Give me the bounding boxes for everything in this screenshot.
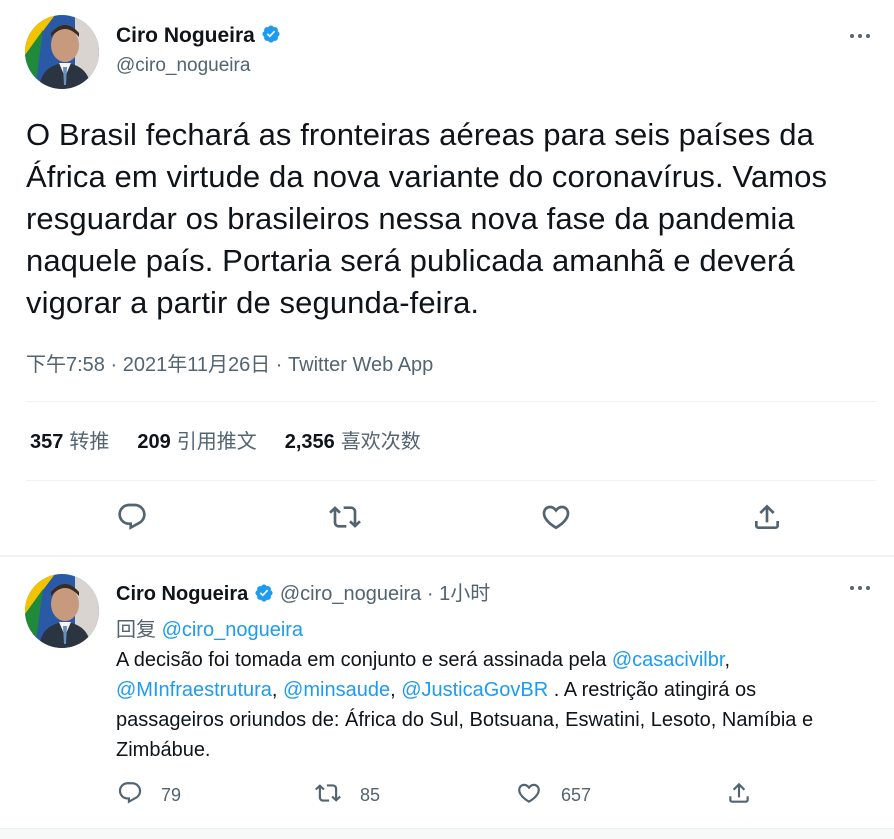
like-count: 657 xyxy=(561,785,592,805)
quotes-label: 引用推文 xyxy=(176,431,257,453)
reply-icon xyxy=(118,782,142,804)
retweet-button[interactable] xyxy=(325,497,365,537)
verified-icon xyxy=(262,25,280,43)
reply-count: 79 xyxy=(161,785,182,805)
reply-tweet[interactable]: Ciro Nogueira @ciro_nogueira · 1小时 回复 @c… xyxy=(0,557,894,839)
replying-to: 回复 @ciro_nogueira xyxy=(116,613,303,642)
more-options-button[interactable] xyxy=(843,571,877,605)
avatar-image xyxy=(25,15,99,89)
retweets-count: 357 xyxy=(30,431,64,453)
replying-label: 回复 xyxy=(116,619,156,641)
tweet-text: A decisão foi tomada em conjunto e será … xyxy=(116,645,856,765)
retweets-stat[interactable]: 357 转推 xyxy=(30,425,109,454)
share-icon xyxy=(729,782,749,803)
meta-separator: · xyxy=(110,354,118,376)
mention-link[interactable]: @minsaude xyxy=(283,679,390,701)
more-icon-dot xyxy=(866,34,870,38)
text-segment: , xyxy=(271,679,284,701)
share-button[interactable] xyxy=(721,775,757,811)
likes-label: 喜欢次数 xyxy=(340,431,421,453)
likes-stat[interactable]: 2,356 喜欢次数 xyxy=(285,425,421,454)
tweet-date[interactable]: 2021年11月26日 xyxy=(123,354,271,376)
reply-button[interactable] xyxy=(112,775,148,811)
retweet-button[interactable] xyxy=(310,775,346,811)
retweet-icon xyxy=(315,784,341,802)
reply-header: Ciro Nogueira @ciro_nogueira · 1小时 xyxy=(116,577,490,606)
mention-link[interactable]: @MInfraestrutura xyxy=(116,679,272,701)
share-icon xyxy=(755,504,779,529)
quotes-stat[interactable]: 209 引用推文 xyxy=(137,425,256,454)
retweet-count: 85 xyxy=(360,785,381,805)
meta-separator: · xyxy=(275,354,283,376)
likes-count: 2,356 xyxy=(284,431,335,453)
tweet-time[interactable]: 下午7:58 xyxy=(26,354,105,376)
reply-icon xyxy=(118,503,146,530)
more-icon xyxy=(850,34,854,38)
more-options-button[interactable] xyxy=(843,19,877,53)
display-name[interactable]: Ciro Nogueira xyxy=(116,583,248,605)
main-tweet: Ciro Nogueira @ciro_nogueira O Brasil fe… xyxy=(0,0,894,556)
avatar[interactable] xyxy=(25,15,99,89)
tweet-meta: 下午7:58 · 2021年11月26日 · Twitter Web App xyxy=(26,348,433,377)
tweet-text: O Brasil fechará as fronteiras aéreas pa… xyxy=(26,117,828,320)
display-name-text[interactable]: Ciro Nogueira xyxy=(116,24,255,47)
meta-separator: · xyxy=(426,583,434,605)
retweets-label: 转推 xyxy=(69,431,110,453)
more-icon-dot xyxy=(866,586,870,590)
mention-link[interactable]: @JusticaGovBR xyxy=(401,679,548,701)
handle[interactable]: @ciro_nogueira xyxy=(116,55,250,77)
bottom-separator xyxy=(0,828,894,839)
share-button[interactable] xyxy=(747,497,787,537)
tweet-time[interactable]: 1小时 xyxy=(439,583,490,605)
like-button[interactable] xyxy=(536,497,576,537)
divider xyxy=(26,480,876,481)
mention-link[interactable]: @ciro_nogueira xyxy=(162,619,304,641)
text-segment: , xyxy=(390,679,402,701)
divider xyxy=(26,401,876,402)
more-icon xyxy=(850,586,854,590)
tweet-stats: 357 转推 209 引用推文 2,356 喜欢次数 xyxy=(30,425,421,454)
mention-link[interactable]: @casacivilbr xyxy=(612,649,725,671)
more-icon-dot xyxy=(858,34,862,38)
display-name[interactable]: Ciro Nogueira xyxy=(116,24,281,48)
handle[interactable]: @ciro_nogueira xyxy=(280,583,422,605)
more-icon-dot xyxy=(858,586,862,590)
like-button[interactable] xyxy=(511,775,547,811)
avatar-image xyxy=(25,574,99,648)
quotes-count: 209 xyxy=(137,431,171,453)
like-icon xyxy=(518,783,540,803)
tweet-source[interactable]: Twitter Web App xyxy=(288,354,433,376)
retweet-icon xyxy=(329,506,361,528)
text-segment: , xyxy=(724,649,730,671)
avatar[interactable] xyxy=(25,574,99,648)
verified-icon xyxy=(255,584,273,602)
like-icon xyxy=(542,505,570,530)
reply-button[interactable] xyxy=(112,497,152,537)
text-segment: A decisão foi tomada em conjunto e será … xyxy=(116,649,612,671)
